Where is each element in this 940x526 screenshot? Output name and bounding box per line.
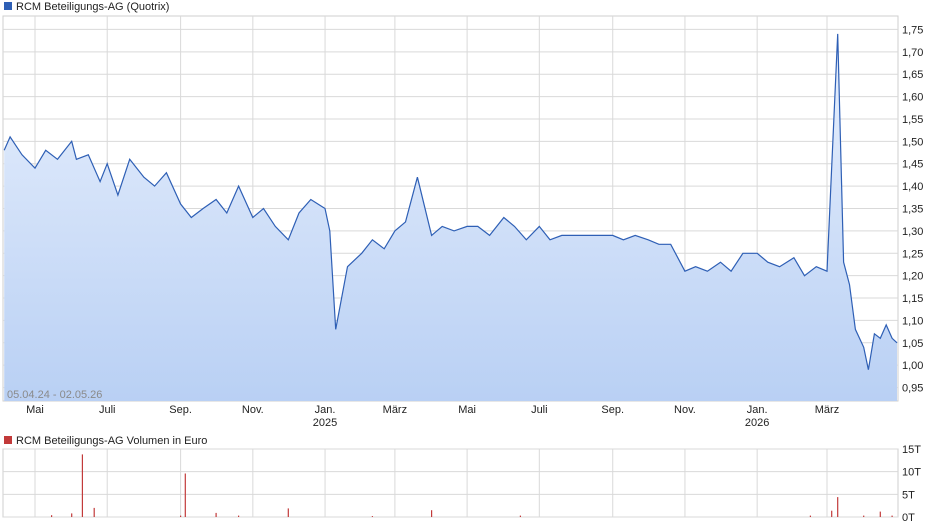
price-y-tick-label: 1,65 xyxy=(902,69,923,81)
price-y-tick-label: 1,70 xyxy=(902,47,923,59)
price-y-tick-label: 1,05 xyxy=(902,338,923,350)
price-x-tick-label: Jan. xyxy=(747,404,768,416)
price-y-tick-label: 1,40 xyxy=(902,181,923,193)
price-y-tick-label: 0,95 xyxy=(902,383,923,395)
volume-bar xyxy=(287,508,289,517)
price-x-tick-label: März xyxy=(815,404,839,416)
volume-y-tick-label: 0T xyxy=(902,512,915,524)
price-x-tick-label: Juli xyxy=(531,404,548,416)
volume-chart-title: RCM Beteiligungs-AG Volumen in Euro xyxy=(16,435,207,447)
chart-root: RCM Beteiligungs-AG (Quotrix) 0,95 1,00 1,… xyxy=(0,0,940,526)
volume-y-axis: 0T 5T 10T 15T xyxy=(902,444,921,524)
price-legend-swatch xyxy=(4,2,12,10)
volume-y-tick-label: 5T xyxy=(902,489,915,501)
volume-plot-frame xyxy=(2,448,899,518)
volume-bar xyxy=(180,515,182,517)
volume-bar xyxy=(81,454,83,517)
volume-y-tick-label: 10T xyxy=(902,467,921,479)
price-x-tick-label: Nov. xyxy=(674,404,696,416)
chart-canvas: RCM Beteiligungs-AG (Quotrix) 0,95 1,00 1,… xyxy=(2,1,923,524)
price-x-tick-label: Mai xyxy=(26,404,44,416)
price-x-axis: Mai Juli Sep. Nov. Jan.2025März Mai Juli Sep. No… xyxy=(26,404,839,429)
volume-bar xyxy=(891,515,893,517)
price-y-tick-label: 1,00 xyxy=(902,360,923,372)
volume-bar xyxy=(837,497,839,517)
price-x-tick-label: Nov. xyxy=(242,404,264,416)
price-y-tick-label: 1,60 xyxy=(902,92,923,104)
volume-y-tick-label: 15T xyxy=(902,444,921,456)
price-x-tick-label: März xyxy=(383,404,407,416)
price-y-tick-label: 1,35 xyxy=(902,204,923,216)
price-x-tick-label: Sep. xyxy=(169,404,192,416)
price-y-tick-label: 1,20 xyxy=(902,271,923,283)
price-y-tick-label: 1,25 xyxy=(902,248,923,260)
date-range-label: 05.04.24 - 02.05.26 xyxy=(7,389,102,401)
volume-bar xyxy=(71,513,73,517)
volume-bar xyxy=(238,515,240,517)
price-x-tick-label: Mai xyxy=(458,404,476,416)
volume-grid xyxy=(3,448,898,518)
volume-bars xyxy=(51,454,893,517)
volume-legend-swatch xyxy=(4,436,12,444)
price-y-tick-label: 1,10 xyxy=(902,315,923,327)
price-x-tick-label: Sep. xyxy=(601,404,624,416)
price-x-tick-label: Juli xyxy=(99,404,116,416)
volume-bar xyxy=(93,507,95,517)
price-y-tick-label: 1,30 xyxy=(902,226,923,238)
price-y-tick-label: 1,55 xyxy=(902,114,923,126)
price-y-axis: 0,95 1,00 1,05 1,10 1,15 1,20 1,25 1,30 1,35 1,40… xyxy=(902,24,923,394)
price-y-tick-label: 1,45 xyxy=(902,159,923,171)
price-area xyxy=(4,33,897,402)
price-chart-title: RCM Beteiligungs-AG (Quotrix) xyxy=(16,1,169,13)
price-y-tick-label: 1,75 xyxy=(902,24,923,36)
price-y-tick-label: 1,15 xyxy=(902,293,923,305)
volume-bar xyxy=(879,511,881,517)
volume-bar xyxy=(519,515,521,517)
volume-bar xyxy=(863,515,865,517)
volume-bar xyxy=(809,515,811,517)
volume-bar xyxy=(51,515,53,517)
price-x-tick-label: Jan. xyxy=(315,404,336,416)
price-x-tick-year: 2025 xyxy=(313,417,337,429)
price-x-tick-year: 2026 xyxy=(745,417,769,429)
volume-bar xyxy=(371,516,373,517)
volume-bar xyxy=(431,510,433,517)
price-y-tick-label: 1,50 xyxy=(902,136,923,148)
volume-bar xyxy=(215,512,217,517)
volume-bar xyxy=(831,510,833,517)
volume-bar xyxy=(184,473,186,517)
